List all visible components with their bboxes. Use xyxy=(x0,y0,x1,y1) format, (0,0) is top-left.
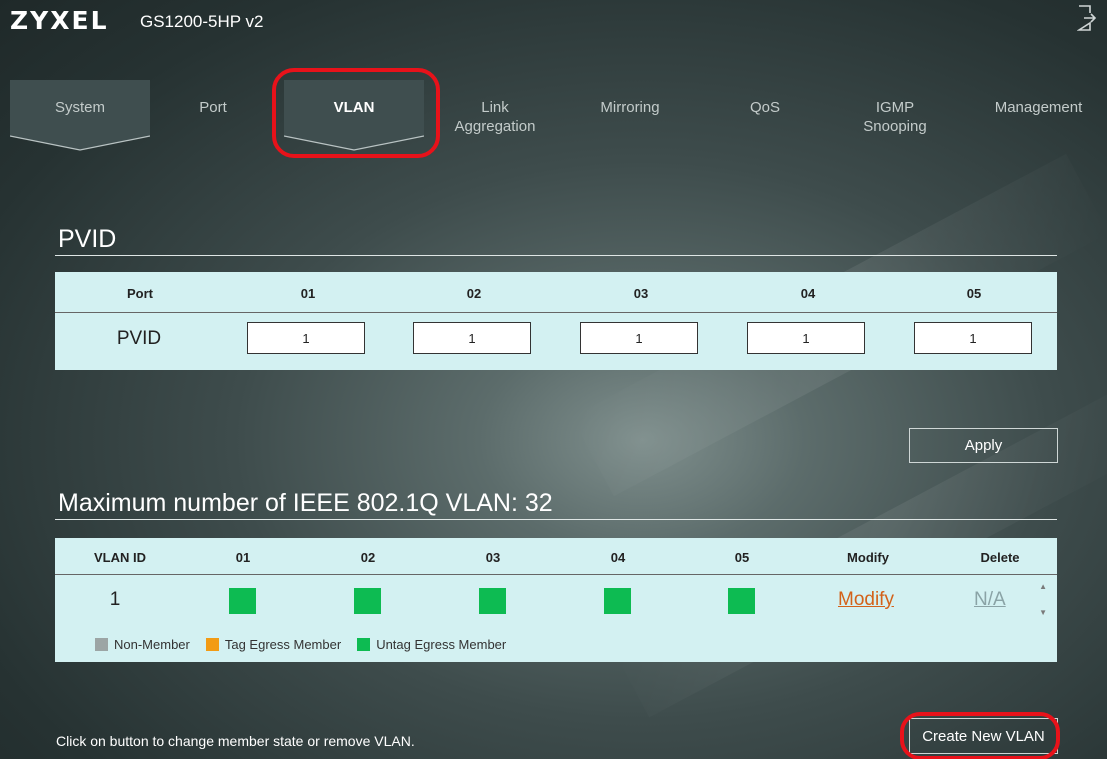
header-port: Port xyxy=(127,286,153,301)
header-port-01: 01 xyxy=(300,286,316,301)
pvid-input-port-02[interactable] xyxy=(413,322,531,354)
legend-untag-egress: Untag Egress Member xyxy=(357,637,506,652)
vlan-title-rule xyxy=(55,519,1057,520)
device-model: GS1200-5HP v2 xyxy=(140,12,264,31)
tab-qos[interactable]: QoS xyxy=(695,80,835,117)
member-state-port-05[interactable] xyxy=(728,588,755,614)
tab-label: Mirroring xyxy=(600,99,660,116)
pvid-header-divider xyxy=(55,312,1057,313)
modify-link[interactable]: Modify xyxy=(838,589,894,611)
member-legend: Non-Member Tag Egress Member Untag Egres… xyxy=(95,637,522,652)
untag-egress-swatch-icon xyxy=(357,638,371,651)
legend-non-member: Non-Member xyxy=(95,637,190,652)
header-port-05: 05 xyxy=(966,286,982,301)
vlan-section-title: Maximum number of IEEE 802.1Q VLAN: 32 xyxy=(58,489,553,517)
tab-mirroring[interactable]: Mirroring xyxy=(560,80,700,117)
header-port-01: 01 xyxy=(235,550,251,565)
pvid-section-title: PVID xyxy=(58,225,117,253)
member-state-port-03[interactable] xyxy=(479,588,506,614)
tab-igmp-snooping[interactable]: IGMP Snooping xyxy=(825,80,965,136)
header-port-02: 02 xyxy=(466,286,482,301)
tab-label: VLAN xyxy=(333,99,375,116)
pvid-input-port-01[interactable] xyxy=(247,322,365,354)
tab-label: QoS xyxy=(749,99,780,116)
pvid-input-port-04[interactable] xyxy=(747,322,865,354)
member-state-port-04[interactable] xyxy=(604,588,631,614)
legend-label: Untag Egress Member xyxy=(376,637,507,652)
tab-label: Link Aggregation xyxy=(454,99,536,135)
header-port-04: 04 xyxy=(800,286,816,301)
scroll-up-icon[interactable]: ▲ xyxy=(1039,582,1047,591)
legend-label: Non-Member xyxy=(114,637,190,652)
tab-system[interactable]: System xyxy=(10,80,150,151)
tab-vlan[interactable]: VLAN xyxy=(284,80,424,151)
legend-label: Tag Egress Member xyxy=(224,637,342,652)
tab-label: System xyxy=(54,99,105,116)
pvid-input-port-05[interactable] xyxy=(914,322,1032,354)
tab-label: Management xyxy=(994,99,1083,116)
vlan-id-value: 1 xyxy=(109,589,121,610)
pvid-table: Port 01 02 03 04 05 PVID xyxy=(55,272,1057,370)
member-state-port-02[interactable] xyxy=(354,588,381,614)
vlan-table: VLAN ID 01 02 03 04 05 Modify Delete 1 M… xyxy=(55,538,1057,662)
header-port-04: 04 xyxy=(610,550,626,565)
tag-egress-swatch-icon xyxy=(205,638,219,651)
top-bar: ZYXEL GS1200-5HP v2 xyxy=(0,0,1107,80)
scroll-down-icon[interactable]: ▼ xyxy=(1039,608,1047,617)
apply-button[interactable]: Apply xyxy=(909,428,1058,463)
legend-tag-egress: Tag Egress Member xyxy=(205,637,342,652)
main-nav: System Port VLAN Link Aggregation Mirror… xyxy=(0,80,1107,160)
create-new-vlan-button[interactable]: Create New VLAN xyxy=(909,718,1058,754)
header-vlan-id: VLAN ID xyxy=(94,550,146,565)
pvid-input-port-03[interactable] xyxy=(580,322,698,354)
header-port-03: 03 xyxy=(485,550,501,565)
header-delete: Delete xyxy=(980,550,1020,565)
logout-icon[interactable] xyxy=(1077,4,1097,32)
tab-link-aggregation[interactable]: Link Aggregation xyxy=(425,80,565,136)
tab-label: Port xyxy=(199,99,227,116)
header-port-05: 05 xyxy=(734,550,750,565)
non-member-swatch-icon xyxy=(95,638,108,651)
tab-label: IGMP Snooping xyxy=(863,99,927,135)
hint-text: Click on button to change member state o… xyxy=(56,733,415,749)
zyxel-logo: ZYXEL xyxy=(10,6,109,35)
tab-port[interactable]: Port xyxy=(148,80,278,117)
member-state-port-01[interactable] xyxy=(229,588,256,614)
tab-management[interactable]: Management xyxy=(970,80,1107,117)
pvid-title-rule xyxy=(55,255,1057,256)
pvid-row-label: PVID xyxy=(116,328,162,349)
header-port-02: 02 xyxy=(360,550,376,565)
header-modify: Modify xyxy=(847,550,889,565)
header-port-03: 03 xyxy=(633,286,649,301)
vlan-header-divider xyxy=(55,574,1057,575)
delete-na-link: N/A xyxy=(974,589,1006,610)
